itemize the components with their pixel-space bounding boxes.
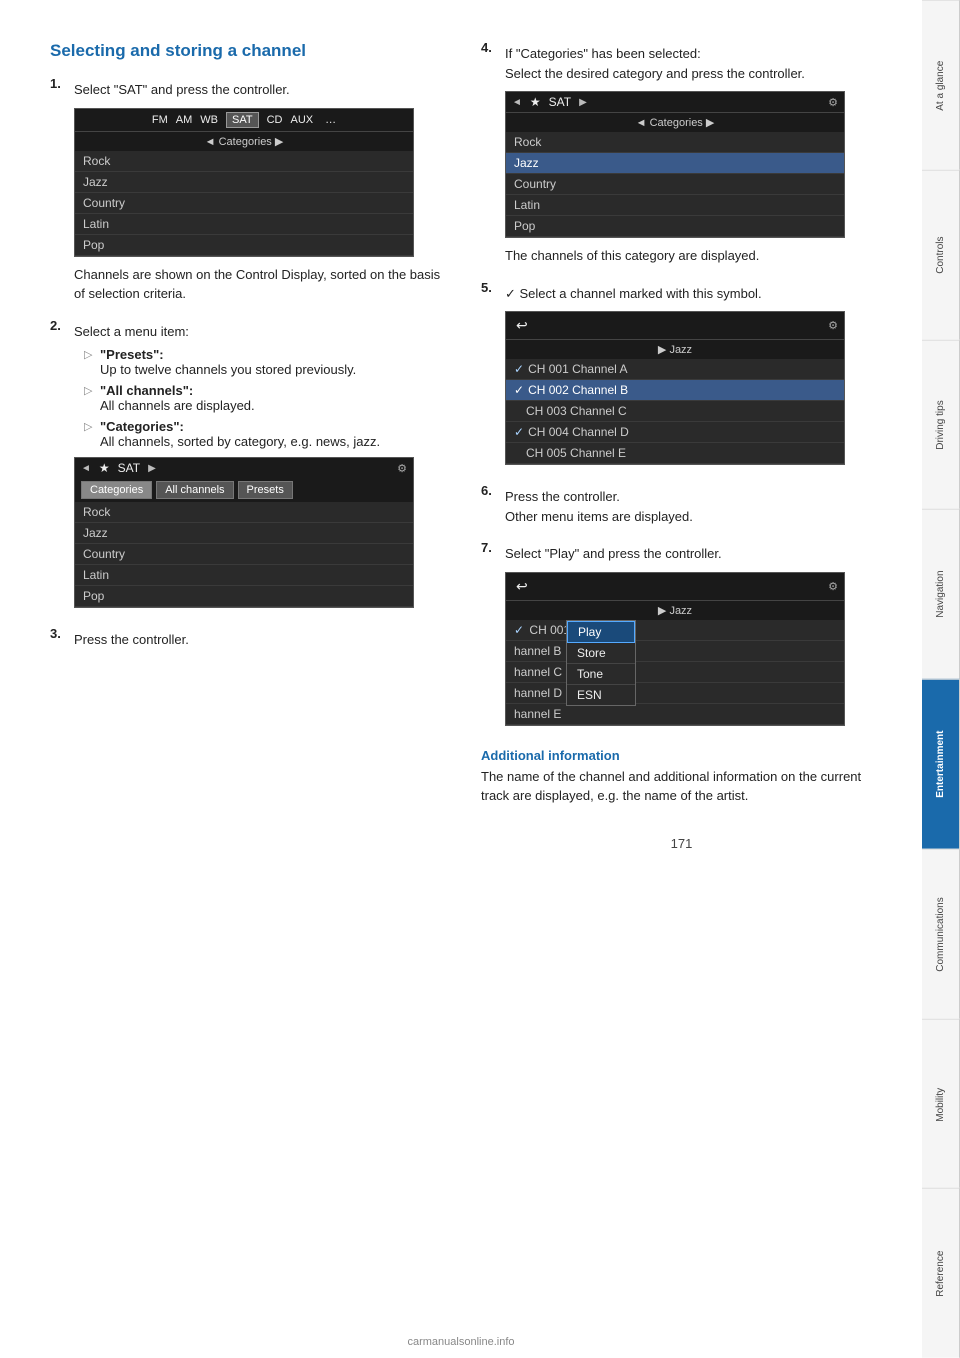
menu-store: Store bbox=[567, 643, 635, 664]
ch003: CH 003 Channel C bbox=[506, 401, 844, 422]
list-item-rock-2: Rock bbox=[75, 502, 413, 523]
step-3: 3. Press the controller. bbox=[50, 626, 451, 654]
screen5-ch001: ✓ CH 001 Channel A bbox=[506, 620, 844, 641]
step-4: 4. If "Categories" has been selected:Sel… bbox=[481, 40, 882, 270]
list-item-latin-3: Latin bbox=[506, 195, 844, 216]
screen1-topbar: FM AM WB SAT CD AUX … bbox=[75, 109, 413, 131]
sidebar-tab-reference[interactable]: Reference bbox=[922, 1188, 960, 1358]
list-item-country-2: Country bbox=[75, 544, 413, 565]
section-title: Selecting and storing a channel bbox=[50, 40, 451, 62]
step-4-num: 4. bbox=[481, 40, 499, 270]
list-item-jazz-1: Jazz bbox=[75, 172, 413, 193]
step-1: 1. Select "SAT" and press the controller… bbox=[50, 76, 451, 308]
menu-esn: ESN bbox=[567, 685, 635, 705]
bullet-all-channels: ▷ "All channels": All channels are displ… bbox=[84, 383, 451, 413]
screen2-topbar: ◄ ★ SAT ▶ ⚙ bbox=[75, 458, 413, 478]
screen4-topbar: ↩ ⚙ bbox=[506, 312, 844, 339]
step-5-content: ✓ Select a channel marked with this symb… bbox=[505, 280, 882, 474]
right-column: 4. If "Categories" has been selected:Sel… bbox=[481, 40, 882, 851]
list-item-latin-2: Latin bbox=[75, 565, 413, 586]
list-item-latin-1: Latin bbox=[75, 214, 413, 235]
screen5-ch005: hannel E bbox=[506, 704, 844, 725]
step-7: 7. Select "Play" and press the controlle… bbox=[481, 540, 882, 734]
arrow-icon-categories: ▷ bbox=[84, 420, 94, 449]
step-4-content: If "Categories" has been selected:Select… bbox=[505, 40, 882, 270]
step-1-num: 1. bbox=[50, 76, 68, 308]
step-3-content: Press the controller. bbox=[74, 626, 451, 654]
additional-info-title: Additional information bbox=[481, 748, 882, 763]
step-1-content: Select "SAT" and press the controller. F… bbox=[74, 76, 451, 308]
left-column: Selecting and storing a channel 1. Selec… bbox=[50, 40, 451, 851]
ch005: CH 005 Channel E bbox=[506, 443, 844, 464]
menu-play: Play bbox=[567, 621, 635, 643]
screen-3: ◄ ★ SAT ▶ ⚙ ◄ Categories ▶ Rock Jazz Cou… bbox=[505, 91, 845, 238]
bullet-categories: ▷ "Categories": All channels, sorted by … bbox=[84, 419, 451, 449]
sidebar-tab-navigation[interactable]: Navigation bbox=[922, 509, 960, 679]
screen-5: ↩ ⚙ ▶ Jazz ✓ CH 001 Channel A hannel B h… bbox=[505, 572, 845, 726]
screen3-topbar: ◄ ★ SAT ▶ ⚙ bbox=[506, 92, 844, 112]
list-item-rock-1: Rock bbox=[75, 151, 413, 172]
arrow-icon-presets: ▷ bbox=[84, 348, 94, 377]
main-content: Selecting and storing a channel 1. Selec… bbox=[0, 0, 922, 891]
screen-2: ◄ ★ SAT ▶ ⚙ Categories All channels Pres… bbox=[74, 457, 414, 608]
sidebar-tab-entertainment[interactable]: Entertainment bbox=[922, 679, 960, 849]
screen5-ch003: hannel C bbox=[506, 662, 844, 683]
step-2-content: Select a menu item: ▷ "Presets": Up to t… bbox=[74, 318, 451, 617]
sidebar-tab-controls[interactable]: Controls bbox=[922, 170, 960, 340]
list-item-pop-1: Pop bbox=[75, 235, 413, 256]
sidebar-tab-mobility[interactable]: Mobility bbox=[922, 1019, 960, 1189]
sidebar-tab-communications[interactable]: Communications bbox=[922, 849, 960, 1019]
ch001: ✓CH 001 Channel A bbox=[506, 359, 844, 380]
screen5-topbar: ↩ ⚙ bbox=[506, 573, 844, 600]
step-5: 5. ✓ Select a channel marked with this s… bbox=[481, 280, 882, 474]
screen-1: FM AM WB SAT CD AUX … ◄ Categories ▶ Roc… bbox=[74, 108, 414, 257]
step-6-content: Press the controller.Other menu items ar… bbox=[505, 483, 882, 530]
list-item-country-1: Country bbox=[75, 193, 413, 214]
sidebar-tabs: At a glance Controls Driving tips Naviga… bbox=[922, 0, 960, 1358]
bullet-presets: ▷ "Presets": Up to twelve channels you s… bbox=[84, 347, 451, 377]
step-6: 6. Press the controller.Other menu items… bbox=[481, 483, 882, 530]
list-item-jazz-3: Jazz bbox=[506, 153, 844, 174]
step-6-num: 6. bbox=[481, 483, 499, 530]
sidebar-tab-at-a-glance[interactable]: At a glance bbox=[922, 0, 960, 170]
step-2: 2. Select a menu item: ▷ "Presets": Up t… bbox=[50, 318, 451, 617]
screen-4: ↩ ⚙ ▶ Jazz ✓CH 001 Channel A ✓CH 002 Cha… bbox=[505, 311, 845, 465]
ch002: ✓CH 002 Channel B bbox=[506, 380, 844, 401]
bullet-list: ▷ "Presets": Up to twelve channels you s… bbox=[84, 347, 451, 449]
screen5-ch004: hannel D bbox=[506, 683, 844, 704]
screen5-ch002: hannel B bbox=[506, 641, 844, 662]
arrow-icon-all-channels: ▷ bbox=[84, 384, 94, 413]
screen2-tabs: Categories All channels Presets bbox=[75, 478, 413, 502]
step-7-content: Select "Play" and press the controller. … bbox=[505, 540, 882, 734]
context-menu: Play Store Tone ESN bbox=[566, 620, 636, 706]
list-item-pop-3: Pop bbox=[506, 216, 844, 237]
list-item-country-3: Country bbox=[506, 174, 844, 195]
screen3-categories: ◄ Categories ▶ bbox=[506, 112, 844, 132]
ch004: ✓CH 004 Channel D bbox=[506, 422, 844, 443]
page-number: 171 bbox=[481, 836, 882, 851]
menu-tone: Tone bbox=[567, 664, 635, 685]
sidebar-tab-driving-tips[interactable]: Driving tips bbox=[922, 340, 960, 510]
screen4-jazz-bar: ▶ Jazz bbox=[506, 339, 844, 359]
screen1-categories: ◄ Categories ▶ bbox=[75, 131, 413, 151]
screen5-jazz-bar: ▶ Jazz bbox=[506, 600, 844, 620]
step-2-num: 2. bbox=[50, 318, 68, 617]
channels-category-note: The channels of this category are displa… bbox=[505, 246, 882, 266]
step-5-num: 5. bbox=[481, 280, 499, 474]
additional-info-text: The name of the channel and additional i… bbox=[481, 767, 882, 806]
step-3-num: 3. bbox=[50, 626, 68, 654]
list-item-jazz-2: Jazz bbox=[75, 523, 413, 544]
step-7-num: 7. bbox=[481, 540, 499, 734]
list-item-pop-2: Pop bbox=[75, 586, 413, 607]
channels-note: Channels are shown on the Control Displa… bbox=[74, 265, 451, 304]
list-item-rock-3: Rock bbox=[506, 132, 844, 153]
watermark: carmanualsonline.info bbox=[0, 1336, 922, 1348]
